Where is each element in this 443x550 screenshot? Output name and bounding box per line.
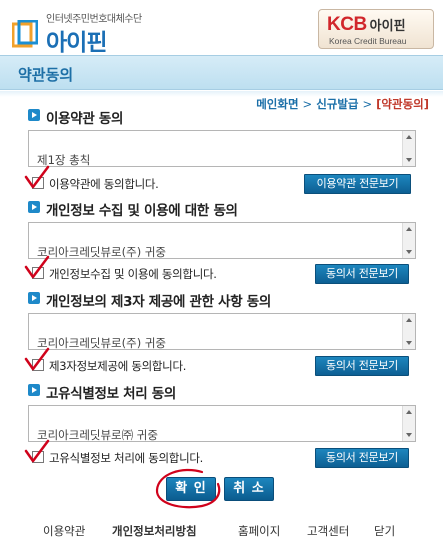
footer-terms-link[interactable]: 이용약관 (43, 523, 85, 539)
unique-id-text-box[interactable]: 코리아크레딧뷰로㈜ 귀중 (28, 405, 416, 442)
logo-title: 아이핀 (46, 30, 107, 56)
footer: 이용약관 개인정보처리방침 홈페이지 고객센터 닫기 (0, 521, 443, 543)
view-unique-id-consent-button[interactable]: 동의서 전문보기 (315, 448, 409, 468)
scroll-down-icon[interactable] (406, 250, 412, 254)
bullet-arrow-icon (28, 201, 40, 213)
agree-terms-label[interactable]: 이용약관에 동의합니다. (49, 176, 159, 192)
title-bar: 약관동의 (0, 55, 443, 90)
third-party-text-box[interactable]: 코리아크레딧뷰로(주) 귀중 (28, 313, 416, 350)
scroll-down-icon[interactable] (406, 341, 412, 345)
bullet-arrow-icon (28, 292, 40, 304)
footer-support-link[interactable]: 고객센터 (307, 523, 349, 539)
red-check-mark-icon (24, 255, 50, 279)
page-title: 약관동의 (18, 66, 74, 84)
kcb-subtitle: Korea Credit Bureau (329, 36, 407, 46)
footer-homepage-link[interactable]: 홈페이지 (238, 523, 280, 539)
scroll-down-icon[interactable] (406, 158, 412, 162)
bullet-arrow-icon (28, 109, 40, 121)
unique-id-scrollbar[interactable] (402, 406, 415, 441)
footer-close-link[interactable]: 닫기 (374, 523, 395, 539)
header: 인터넷주민번호대체수단 아이핀 KCB 아이핀 Korea Credit Bure… (0, 0, 443, 56)
section-title: 개인정보 수집 및 이용에 대한 동의 (46, 203, 238, 219)
agree-privacy-label[interactable]: 개인정보수집 및 이용에 동의합니다. (49, 266, 217, 282)
terms-scrollbar[interactable] (402, 131, 415, 166)
agree-unique-id-label[interactable]: 고유식별정보 처리에 동의합니다. (49, 450, 203, 466)
breadcrumb-separator: > (302, 97, 313, 111)
scroll-up-icon[interactable] (406, 318, 412, 322)
third-party-preview: 코리아크레딧뷰로(주) 귀중 (37, 336, 167, 350)
section-title: 고유식별정보 처리 동의 (46, 386, 176, 402)
kcb-product: 아이핀 (369, 19, 406, 34)
privacy-text-box[interactable]: 코리아크레딧뷰로(주) 귀중 (28, 222, 416, 259)
scroll-up-icon[interactable] (406, 135, 412, 139)
terms-text-box[interactable]: 제1장 총칙 (28, 130, 416, 167)
red-circle-annotation-icon (155, 468, 221, 509)
red-check-mark-icon (24, 439, 50, 463)
breadcrumb-current: [약관동의] (376, 97, 429, 111)
scroll-down-icon[interactable] (406, 433, 412, 437)
red-check-mark-icon (24, 347, 50, 371)
scroll-up-icon[interactable] (406, 227, 412, 231)
view-third-party-consent-button[interactable]: 동의서 전문보기 (315, 356, 409, 376)
bullet-arrow-icon (28, 384, 40, 396)
third-party-scrollbar[interactable] (402, 314, 415, 349)
section-title: 이용약관 동의 (46, 111, 124, 127)
ipin-logo-icon (12, 20, 38, 48)
breadcrumb-separator: > (362, 97, 373, 111)
privacy-scrollbar[interactable] (402, 223, 415, 258)
kcb-logo: KCB 아이핀 Korea Credit Bureau (318, 9, 434, 49)
kcb-brand: KCB (327, 14, 367, 35)
unique-id-preview: 코리아크레딧뷰로㈜ 귀중 (37, 428, 158, 442)
red-check-mark-icon (24, 165, 50, 189)
breadcrumb-step[interactable]: 신규발급 (316, 97, 358, 111)
view-terms-button[interactable]: 이용약관 전문보기 (304, 174, 411, 194)
section-title: 개인정보의 제3자 제공에 관한 사항 동의 (46, 294, 272, 310)
footer-privacy-link[interactable]: 개인정보처리방침 (112, 523, 197, 539)
ipin-logo: 인터넷주민번호대체수단 아이핀 (6, 6, 206, 56)
cancel-button[interactable]: 취 소 (224, 477, 274, 501)
privacy-preview: 코리아크레딧뷰로(주) 귀중 (37, 245, 167, 259)
agree-third-party-label[interactable]: 제3자정보제공에 동의합니다. (49, 358, 186, 374)
breadcrumb: 메인화면 > 신규발급 > [약관동의] (256, 96, 429, 112)
breadcrumb-home[interactable]: 메인화면 (256, 97, 298, 111)
view-privacy-consent-button[interactable]: 동의서 전문보기 (315, 264, 409, 284)
scroll-up-icon[interactable] (406, 410, 412, 414)
